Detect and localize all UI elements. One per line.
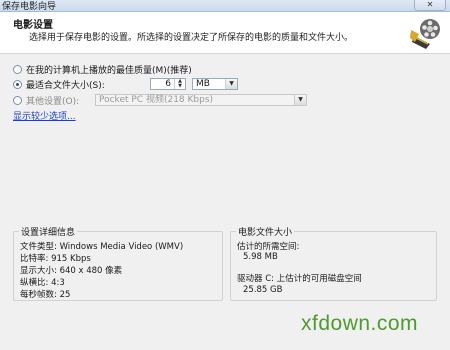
best-quality-label: 在我的计算机上播放的最佳质量(M)(推荐) [26, 65, 192, 76]
stepper-arrows[interactable]: ▲ ▼ [174, 79, 185, 89]
file-size-value: 6 [165, 79, 171, 89]
title-bar: 保存电影向导 ✕ [0, 0, 450, 12]
stepper-down-icon[interactable]: ▼ [175, 84, 185, 89]
best-fit-label: 最适合文件大小(S): [26, 80, 105, 91]
estimated-space-value: 5.98 MB [243, 252, 278, 262]
movie-file-size-group: 电影文件大小 估计的所需空间: 5.98 MB 驱动器 C: 上估计的可用磁盘空… [230, 225, 437, 301]
wizard-header: 电影设置 选择用于保存电影的设置。所选择的设置决定了所保存的电影的质量和文件大小… [0, 12, 450, 54]
chevron-down-icon[interactable]: ▼ [225, 79, 237, 89]
settings-details-legend: 设置详细信息 [19, 225, 78, 238]
display-size-text: 显示大小: 640 x 480 像素 [20, 266, 123, 276]
window-title: 保存电影向导 [2, 2, 57, 12]
bitrate-text: 比特率: 915 Kbps [20, 254, 91, 264]
aspect-ratio-text: 纵横比: 4:3 [20, 278, 65, 288]
page-title: 电影设置 [13, 20, 53, 31]
page-description: 选择用于保存电影的设置。所选择的设置决定了所保存的电影的质量和文件大小。 [29, 33, 354, 43]
option-best-fit[interactable]: 最适合文件大小(S): [13, 77, 105, 91]
file-type-text: 文件类型: Windows Media Video (WMV) [20, 242, 184, 252]
settings-details-group: 设置详细信息 文件类型: Windows Media Video (WMV) 比… [13, 225, 223, 301]
size-unit-value: MB [196, 79, 210, 89]
other-settings-radio[interactable] [13, 95, 22, 105]
chevron-down-icon[interactable]: ▼ [294, 95, 306, 105]
estimated-space-label: 估计的所需空间: [237, 242, 300, 252]
file-size-stepper[interactable]: 6 ▲ ▼ [150, 78, 186, 90]
option-best-quality[interactable]: 在我的计算机上播放的最佳质量(M)(推荐) [13, 62, 192, 76]
film-reel-icon [410, 19, 440, 49]
other-settings-label: 其他设置(O): [26, 96, 80, 107]
movie-file-size-legend: 电影文件大小 [236, 225, 295, 238]
show-fewer-options-link[interactable]: 显示较少选项... [13, 109, 76, 122]
close-button[interactable]: ✕ [414, 0, 446, 11]
fps-text: 每秒帧数: 25 [20, 290, 71, 300]
size-unit-select[interactable]: MB ▼ [192, 78, 238, 90]
free-disk-space-label: 驱动器 C: 上估计的可用磁盘空间 [237, 274, 362, 284]
site-watermark: xfdown.com [301, 312, 419, 335]
other-settings-value: Pocket PC 视频(218 Kbps) [99, 95, 214, 105]
best-fit-radio[interactable] [13, 79, 22, 89]
option-other[interactable]: 其他设置(O): [13, 93, 79, 107]
free-disk-space-value: 25.85 GB [243, 285, 283, 295]
other-settings-select[interactable]: Pocket PC 视频(218 Kbps) ▼ [95, 94, 307, 106]
best-quality-radio[interactable] [13, 64, 22, 74]
